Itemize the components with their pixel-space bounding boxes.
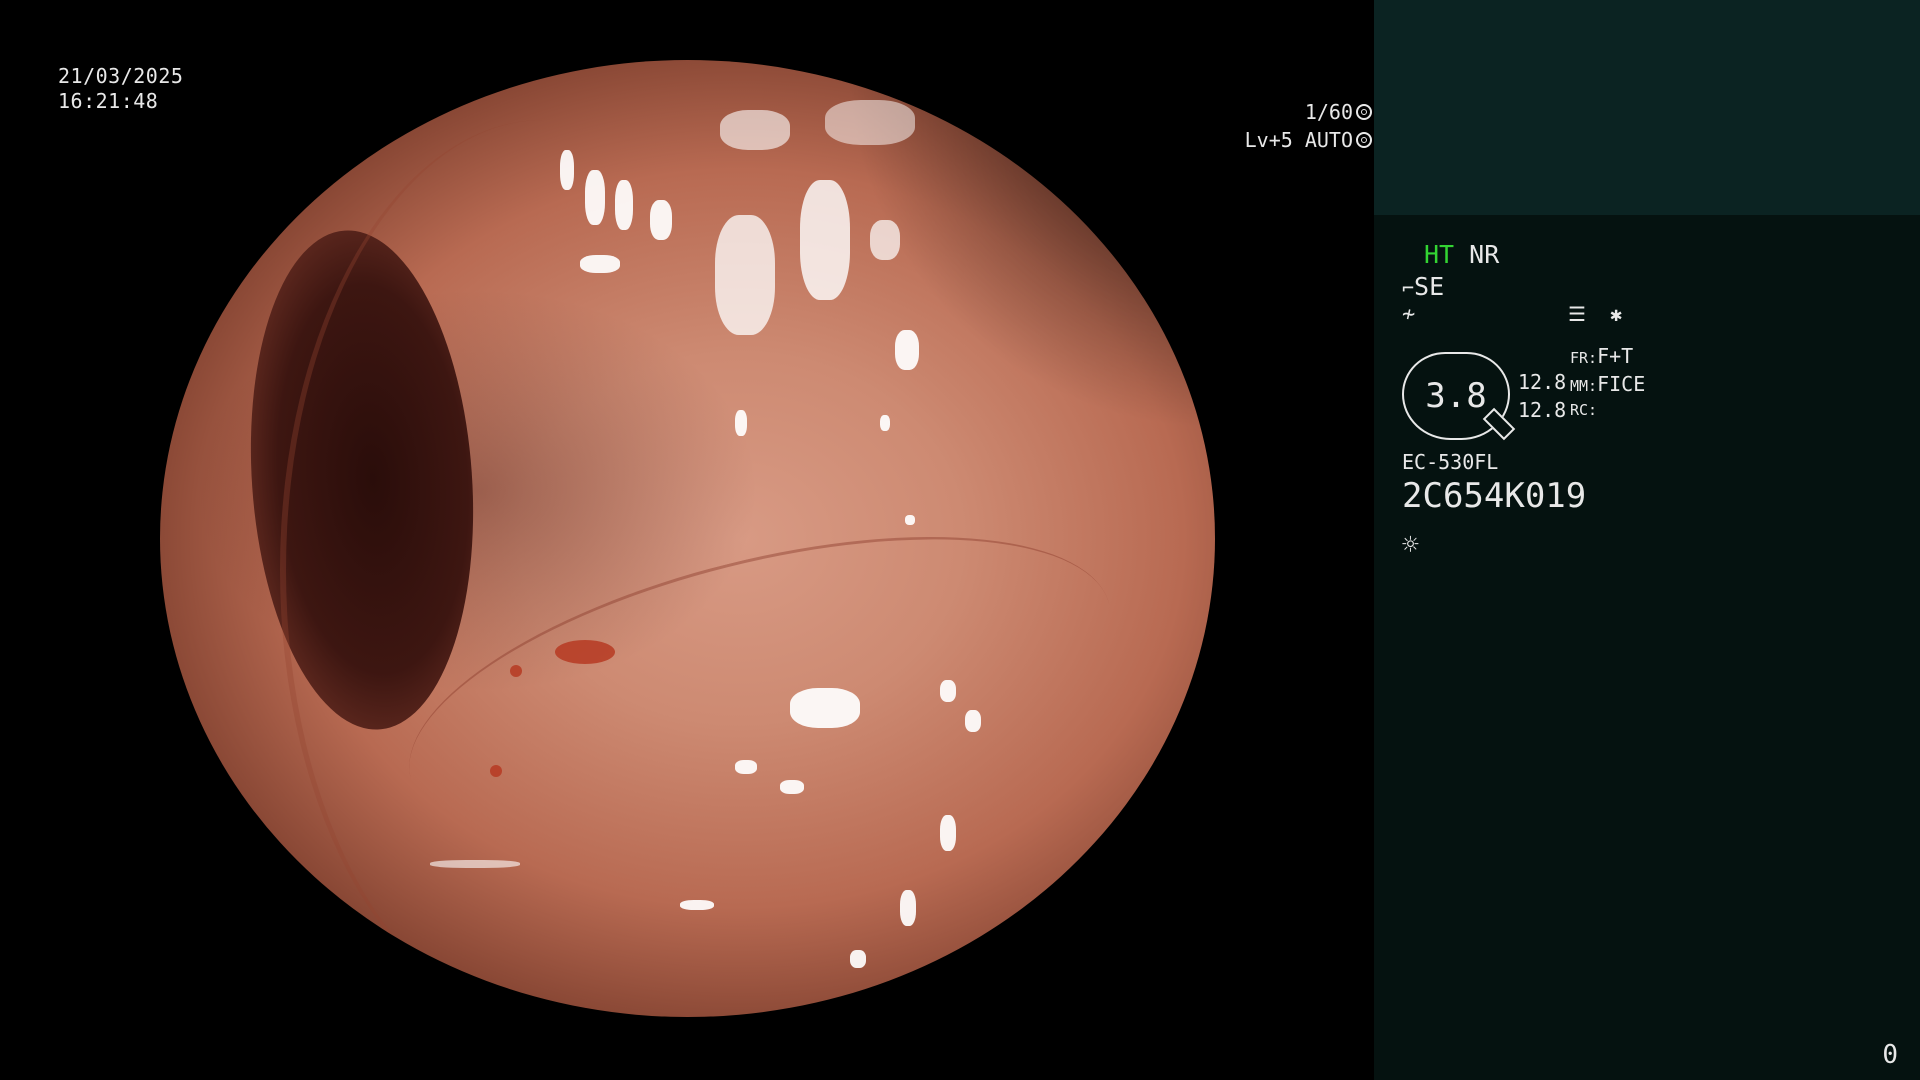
endoscope-viewport: 21/03/2025 16:21:48 1/60 Lv+5 AUTO	[0, 0, 1374, 1080]
specular-reflection	[870, 220, 900, 260]
specular-reflection	[790, 688, 860, 728]
specular-reflection	[580, 255, 620, 273]
specular-reflection	[940, 680, 956, 702]
specular-reflection	[735, 410, 747, 436]
zoom-gauge: 3.8	[1402, 352, 1516, 441]
mm-label: MM:	[1570, 377, 1598, 395]
fr-value: F+T	[1597, 344, 1634, 368]
specular-reflection	[880, 415, 890, 431]
erythematous-spot	[555, 640, 615, 664]
level-mode-text: Lv+5 AUTO	[1244, 128, 1353, 152]
freeze-icon: ≁	[1402, 302, 1416, 327]
se-indicator: SE	[1414, 272, 1445, 301]
specular-reflection	[825, 100, 915, 145]
specular-reflection	[720, 110, 790, 150]
left-value-2: 12.8	[1518, 398, 1567, 422]
light-icon: ☼	[1402, 528, 1419, 561]
date-text: 21/03/2025	[58, 64, 184, 88]
scope-se-icon: ⌐	[1402, 276, 1415, 300]
specular-reflection	[650, 200, 672, 240]
ht-indicator: HT	[1424, 240, 1455, 269]
asterisk-icon: ✱	[1610, 302, 1623, 326]
scope-model: EC-530FL	[1402, 450, 1499, 474]
specular-reflection	[780, 780, 804, 794]
scope-serial: 2C654K019	[1402, 476, 1587, 516]
date-time-readout: 21/03/2025 16:21:48	[58, 64, 183, 114]
fr-label: FR:	[1570, 349, 1598, 367]
specular-reflection	[940, 815, 956, 851]
panel-header-area	[1374, 0, 1920, 215]
time-text: 16:21:48	[58, 89, 159, 113]
specular-reflection	[715, 215, 775, 335]
left-value-1: 12.8	[1518, 370, 1567, 394]
endoscopic-image	[160, 60, 1215, 1017]
menu-icon: ☰	[1568, 302, 1586, 326]
specular-reflection	[560, 150, 574, 190]
erythematous-spot	[510, 665, 522, 677]
shutter-text: 1/60	[1304, 100, 1353, 124]
nr-indicator: NR	[1469, 240, 1500, 269]
mm-value: FICE	[1597, 372, 1646, 396]
specular-reflection	[800, 180, 850, 300]
specular-reflection	[585, 170, 605, 225]
erythematous-spot	[490, 765, 502, 777]
specular-reflection	[895, 330, 919, 370]
specular-reflection	[850, 950, 866, 968]
specular-reflection	[900, 890, 916, 926]
specular-reflection	[680, 900, 714, 910]
specular-reflection	[615, 180, 633, 230]
exposure-readout: 1/60 Lv+5 AUTO	[1245, 98, 1372, 154]
gauge-tab	[1482, 407, 1516, 441]
specular-reflection	[735, 760, 757, 774]
iris-icon	[1356, 132, 1372, 148]
status-panel: HT NR ⌐SE ≁ ☰ ✱ 3.8 12.8 12.8 FR:F+T MM:…	[1374, 0, 1920, 1080]
shutter-icon	[1356, 104, 1372, 120]
specular-reflection	[965, 710, 981, 732]
specular-reflection	[430, 860, 520, 868]
frame-counter: 0	[1882, 1040, 1898, 1070]
specular-reflection	[905, 515, 915, 525]
rc-label: RC:	[1570, 401, 1598, 419]
